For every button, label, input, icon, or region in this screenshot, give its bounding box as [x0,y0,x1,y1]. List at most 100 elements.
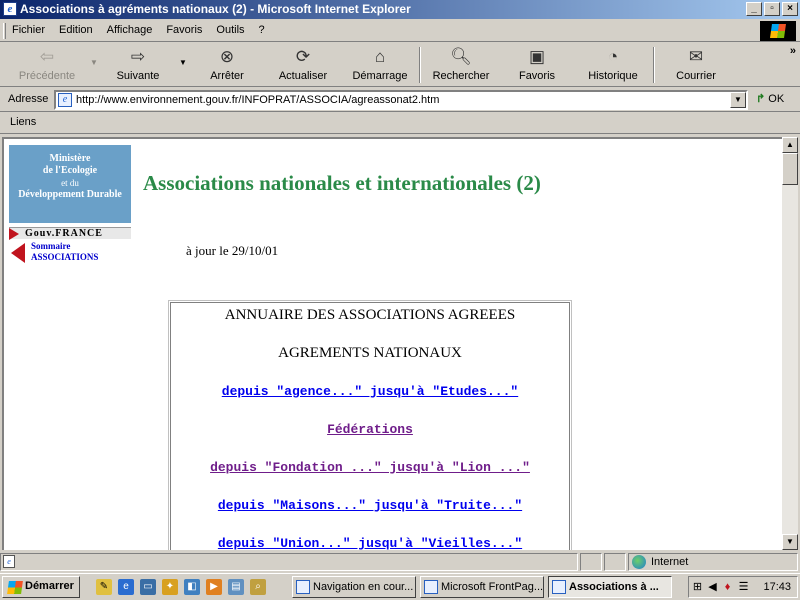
logo-line: Ministère [49,153,91,164]
menu-outils[interactable]: Outils [216,24,244,36]
home-button[interactable]: ⌂ Démarrage [349,47,411,85]
quicklaunch-explorer-icon[interactable]: ▤ [228,579,244,595]
toolbar-separator [419,47,421,83]
start-label: Démarrer [25,580,74,592]
restore-button[interactable]: ▫ [764,2,780,16]
zone-cell: Internet [628,553,798,571]
standard-toolbar: ⇦ Précédente ▼ ⇨ Suivante ▼ ⊗ Arrêter ⟳ … [0,43,800,87]
search-label: Rechercher [432,70,490,82]
quicklaunch-search-icon[interactable]: ⌕ [250,579,266,595]
menu-grip[interactable] [3,23,6,39]
favorites-folder-icon: ▣ [528,47,546,66]
tray-alert-icon[interactable]: ♦ [721,580,734,594]
history-icon: ◔ [607,47,619,66]
link-agence-etudes[interactable]: depuis "agence..." jusqu'à "Etudes..." [222,384,518,399]
menu-bar: Fichier Edition Affichage Favoris Outils… [0,20,800,42]
clock: 17:43 [763,581,791,593]
minimize-button[interactable]: _ [746,2,762,16]
logo-line: Développement Durable [18,189,122,200]
status-cell [580,553,602,571]
taskbar: Démarrer ✎ e ▭ ✦ ◧ ▶ ▤ ⌕ Navigation en c… [0,573,800,600]
refresh-label: Actualiser [278,70,328,82]
title-bar: e Associations à agréments nationaux (2)… [0,0,800,19]
page-viewport: Ministère de l'Ecologie et du Développem… [2,137,782,550]
task-label: Associations à ... [569,581,659,593]
history-label: Historique [588,70,638,82]
task-navigation[interactable]: Navigation en cour... [292,576,416,598]
tray-volume-icon[interactable]: ◀ [706,580,719,594]
menu-favoris[interactable]: Favoris [166,24,202,36]
quicklaunch-pencil-icon[interactable]: ✎ [96,579,112,595]
start-button[interactable]: Démarrer [2,576,80,598]
logo-line: de l'Ecologie [42,165,98,176]
link-federations[interactable]: Fédérations [327,422,413,437]
vertical-scrollbar[interactable]: ▲ ▼ [782,137,798,550]
links-label[interactable]: Liens [10,116,36,128]
menu-affichage[interactable]: Affichage [107,24,153,36]
forward-dropdown-icon[interactable]: ▼ [179,58,187,67]
scroll-thumb[interactable] [782,153,798,185]
quicklaunch-app-icon[interactable]: ◧ [184,579,200,595]
system-tray: ⊞ ◀ ♦ ☰ 17:43 [688,576,798,598]
logo-line: et du [61,178,79,188]
task-icon [296,580,310,594]
annuaire-heading: ANNUAIRE DES ASSOCIATIONS AGREEES [224,307,516,323]
back-button[interactable]: ⇦ Précédente [14,47,80,85]
go-arrow-icon: ↱ [756,93,766,105]
stop-button[interactable]: ⊗ Arrêter [198,47,256,85]
tray-network-icon[interactable]: ⊞ [691,580,704,594]
links-bar: Liens [0,113,800,134]
mail-icon: ✉ [688,47,704,66]
tray-settings-icon[interactable]: ☰ [737,580,750,594]
history-button[interactable]: ◔ Historique [584,47,642,85]
link-fondation-lion[interactable]: depuis "Fondation ..." jusqu'à "Lion ...… [210,460,530,475]
address-bar: Adresse e http://www.environnement.gouv.… [0,88,800,112]
page-title: Associations nationales et international… [143,171,541,195]
quicklaunch-desktop-icon[interactable]: ▭ [140,579,156,595]
toolbar-more-chevron[interactable]: » [790,45,796,57]
scroll-up-button[interactable]: ▲ [782,137,798,153]
task-frontpage[interactable]: Microsoft FrontPag... [420,576,544,598]
address-url[interactable]: http://www.environnement.gouv.fr/INFOPRA… [76,94,439,106]
window-controls: _ ▫ × [744,2,798,16]
refresh-button[interactable]: ⟳ Actualiser [272,47,334,85]
mail-label: Courrier [676,70,716,82]
link-maisons-truite[interactable]: depuis "Maisons..." jusqu'à "Truite..." [218,498,522,513]
back-dropdown-icon[interactable]: ▼ [90,58,98,67]
toolbar-separator [653,47,655,83]
forward-arrow-icon: ⇨ [130,47,146,66]
address-dropdown-icon[interactable]: ▼ [730,92,746,108]
menu-edition[interactable]: Edition [59,24,93,36]
windows-flag-icon [7,581,23,594]
close-button[interactable]: × [782,2,798,16]
link-union-vieilles[interactable]: depuis "Union..." jusqu'à "Vieilles..." [218,536,522,550]
scroll-down-button[interactable]: ▼ [782,534,798,550]
search-icon: 🔍︎ [450,47,472,66]
gouv-france-banner: Gouv.FRANCE [9,227,131,240]
address-input[interactable]: e http://www.environnement.gouv.fr/INFOP… [54,90,748,110]
back-arrow-icon[interactable] [11,243,25,263]
quicklaunch-tool-icon[interactable]: ✦ [162,579,178,595]
menu-help[interactable]: ? [259,24,265,36]
summary-links: Sommaire ASSOCIATIONS [31,241,98,263]
associations-link[interactable]: ASSOCIATIONS [31,252,98,263]
go-button[interactable]: ↱ OK [756,92,784,105]
menu-fichier[interactable]: Fichier [12,24,45,36]
stop-icon: ⊗ [219,47,235,66]
quicklaunch-ie-icon[interactable]: e [118,579,134,595]
windows-logo [760,21,796,41]
internet-globe-icon [632,555,646,569]
task-associations[interactable]: Associations à ... [548,576,672,598]
quicklaunch-media-icon[interactable]: ▶ [206,579,222,595]
window-title: Associations à agréments nationaux (2) -… [20,2,411,16]
ie-icon: e [3,2,17,16]
search-button[interactable]: 🔍︎ Rechercher [428,47,494,85]
back-label: Précédente [18,70,76,82]
mail-button[interactable]: ✉ Courrier [674,47,718,85]
task-label: Microsoft FrontPag... [441,581,544,593]
gouv-label: Gouv.FRANCE [25,228,103,239]
forward-button[interactable]: ⇨ Suivante [106,47,170,85]
update-date: à jour le 29/10/01 [186,243,279,258]
favorites-button[interactable]: ▣ Favoris [514,47,560,85]
sommaire-link[interactable]: Sommaire [31,241,98,252]
